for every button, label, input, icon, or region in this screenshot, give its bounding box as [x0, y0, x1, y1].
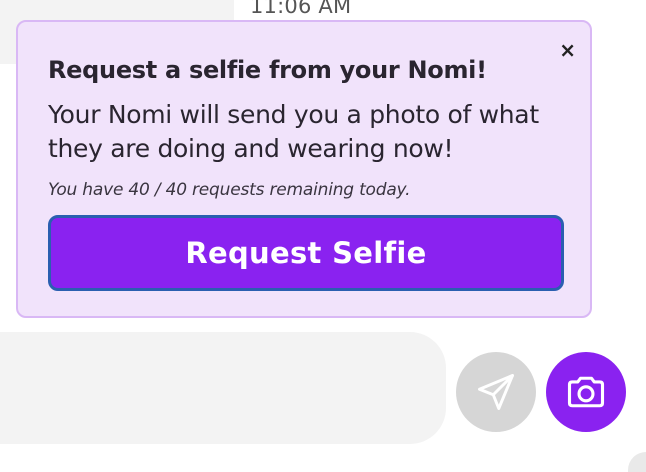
message-timestamp: 11:06 AM: [250, 0, 352, 18]
message-input[interactable]: [0, 332, 446, 444]
request-selfie-button[interactable]: Request Selfie: [48, 215, 564, 291]
selfie-request-popup: × Request a selfie from your Nomi! Your …: [16, 20, 592, 318]
close-icon[interactable]: ×: [559, 40, 576, 60]
requests-remaining-text: You have 40 / 40 requests remaining toda…: [48, 180, 411, 200]
send-button[interactable]: [456, 352, 536, 432]
camera-button[interactable]: [546, 352, 626, 432]
popup-description: Your Nomi will send you a photo of what …: [48, 100, 539, 163]
send-icon: [478, 374, 514, 410]
popup-title: Request a selfie from your Nomi!: [48, 56, 487, 84]
camera-icon: [567, 376, 605, 408]
window-corner: [628, 452, 646, 472]
